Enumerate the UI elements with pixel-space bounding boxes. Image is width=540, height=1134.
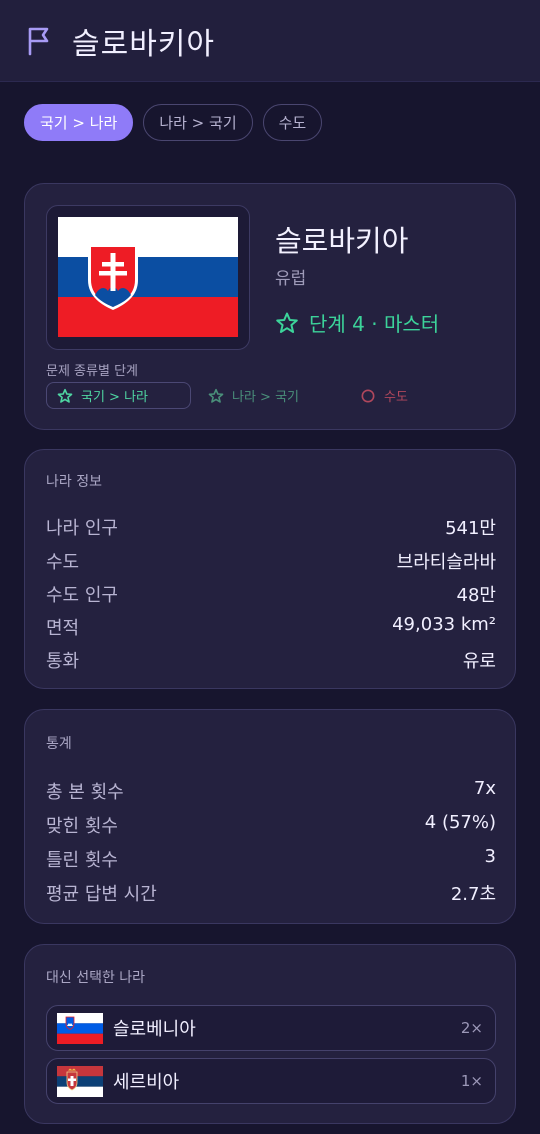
level-chip-label: 나라 > 국기 xyxy=(232,390,299,405)
stats-value: 4 (57%) xyxy=(424,812,496,833)
stats-key: 평균 답변 시간 xyxy=(46,884,157,905)
stats-value: 7x xyxy=(473,778,496,799)
country-name: 슬로바키아 xyxy=(275,224,409,258)
info-key: 수도 xyxy=(46,552,80,573)
stats-value: 3 xyxy=(484,846,496,867)
info-value: 유로 xyxy=(462,651,496,672)
picked-country-item[interactable]: 세르비아 1× xyxy=(46,1058,496,1104)
country-card: 슬로바키아 유럽 단계 4 · 마스터 문제 종류별 단계 국기 > 나라 나라… xyxy=(24,183,516,430)
section-title: 대신 선택한 나라 xyxy=(46,970,146,986)
info-row: 수도 인구 48만 xyxy=(46,581,496,607)
star-icon xyxy=(208,388,224,403)
info-key: 수도 인구 xyxy=(46,585,118,606)
info-value: 48만 xyxy=(456,585,496,606)
flag-icon xyxy=(28,27,49,55)
mastery-level: 단계 4 · 마스터 xyxy=(275,308,439,337)
stats-card: 통계 총 본 횟수 7x 맞힌 횟수 4 (57%) 틀린 횟수 3 평균 답변… xyxy=(24,709,516,924)
picked-instead-card: 대신 선택한 나라 슬로베니아 2× 세르비아 1× xyxy=(24,944,516,1124)
circle-icon xyxy=(361,389,375,402)
info-row: 나라 인구 541만 xyxy=(46,514,496,540)
slovenia-flag xyxy=(57,1012,103,1044)
info-key: 면적 xyxy=(46,618,80,639)
stats-row: 맞힌 횟수 4 (57%) xyxy=(46,812,496,838)
stats-row: 틀린 횟수 3 xyxy=(46,846,496,872)
stats-key: 틀린 횟수 xyxy=(46,850,118,871)
info-value: 541만 xyxy=(445,518,496,539)
section-title: 나라 정보 xyxy=(46,474,102,490)
slovakia-flag xyxy=(58,217,238,337)
level-chip-flag-to-country[interactable]: 국기 > 나라 xyxy=(46,382,191,409)
stats-row: 총 본 횟수 7x xyxy=(46,778,496,804)
picked-country-item[interactable]: 슬로베니아 2× xyxy=(46,1005,496,1051)
stats-value: 2.7초 xyxy=(450,884,496,905)
level-chip-country-to-flag[interactable]: 나라 > 국기 xyxy=(208,382,299,409)
page-title: 슬로바키아 xyxy=(72,26,215,62)
tab-country-to-flag[interactable]: 나라 > 국기 xyxy=(143,104,253,141)
section-title: 통계 xyxy=(46,736,72,752)
flag-frame xyxy=(46,205,250,350)
info-row: 면적 49,033 km² xyxy=(46,614,496,640)
level-chip-capital[interactable]: 수도 xyxy=(360,382,408,409)
level-chip-label: 국기 > 나라 xyxy=(81,390,148,405)
star-icon xyxy=(57,388,73,403)
mode-tabs: 국기 > 나라 나라 > 국기 수도 xyxy=(24,104,323,141)
stats-key: 총 본 횟수 xyxy=(46,782,124,803)
serbia-flag xyxy=(57,1065,103,1097)
info-key: 통화 xyxy=(46,651,80,672)
picked-country-name: 세르비아 xyxy=(113,1072,180,1093)
stats-row: 평균 답변 시간 2.7초 xyxy=(46,880,496,906)
levels-label: 문제 종류별 단계 xyxy=(46,364,138,379)
app-header: 슬로바키아 xyxy=(0,0,540,82)
tab-flag-to-country[interactable]: 국기 > 나라 xyxy=(24,104,134,141)
star-icon xyxy=(276,312,298,333)
continent-label: 유럽 xyxy=(275,269,307,289)
info-key: 나라 인구 xyxy=(46,518,118,539)
picked-country-name: 슬로베니아 xyxy=(113,1019,196,1040)
info-value: 브라티슬라바 xyxy=(396,552,496,573)
info-value: 49,033 km² xyxy=(392,614,496,635)
picked-count: 1× xyxy=(460,1072,483,1090)
tab-capital[interactable]: 수도 xyxy=(262,104,323,141)
stats-key: 맞힌 횟수 xyxy=(46,816,118,837)
country-info-card: 나라 정보 나라 인구 541만 수도 브라티슬라바 수도 인구 48만 면적 … xyxy=(24,449,516,689)
info-row: 통화 유로 xyxy=(46,647,496,673)
picked-count: 2× xyxy=(460,1019,483,1037)
level-chip-label: 수도 xyxy=(384,390,408,405)
mastery-level-text: 단계 4 · 마스터 xyxy=(309,312,440,336)
info-row: 수도 브라티슬라바 xyxy=(46,548,496,574)
